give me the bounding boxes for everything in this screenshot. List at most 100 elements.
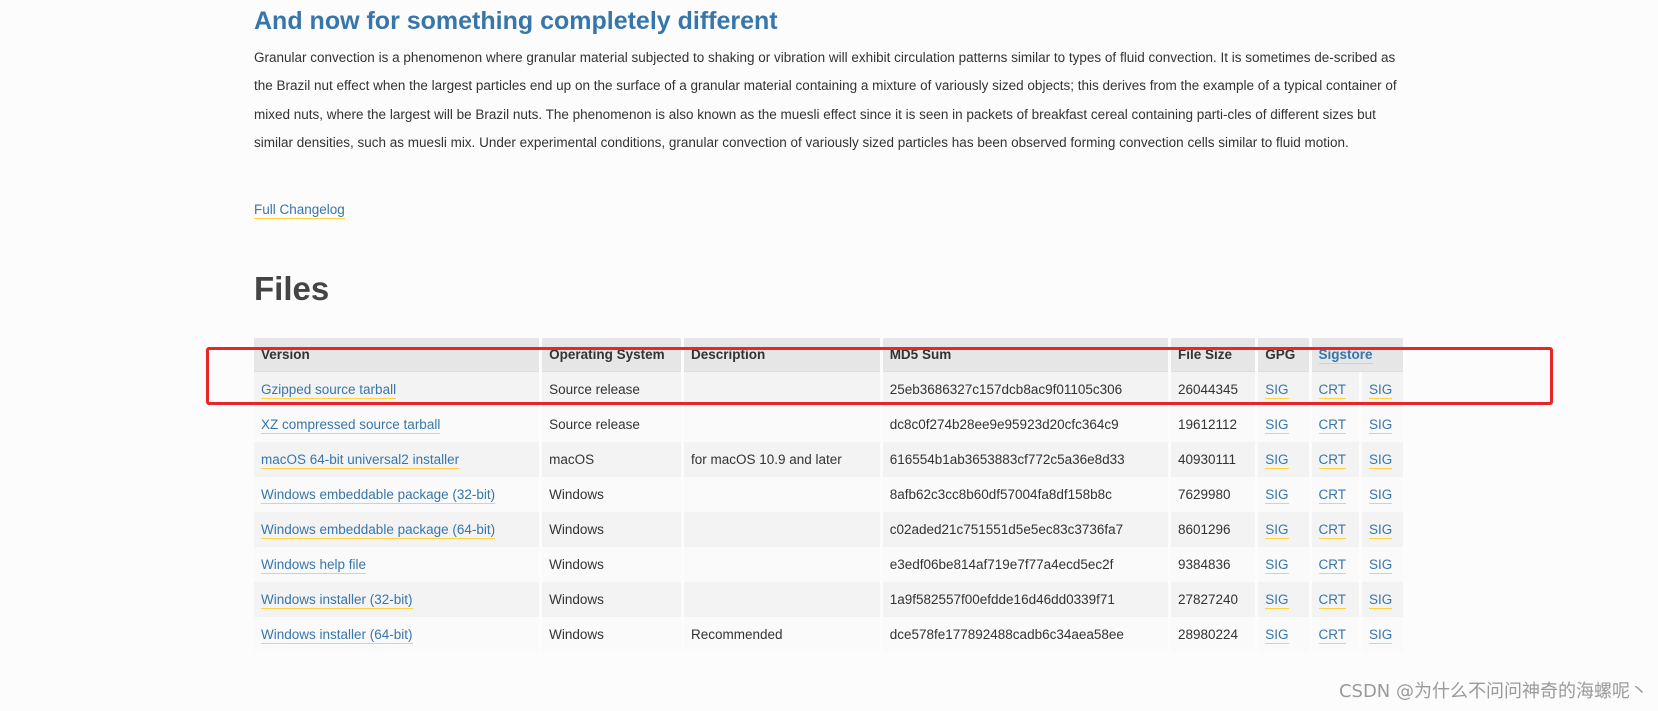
files-title: Files — [254, 270, 330, 307]
header-os: Operating System — [542, 338, 681, 372]
sigstore-crt-link[interactable]: CRT — [1318, 452, 1347, 469]
sigstore-sig-link[interactable]: SIG — [1368, 382, 1393, 399]
file-md5: 616554b1ab3653883cf772c5a36e8d33 — [889, 452, 1125, 467]
cell-crt: CRT — [1311, 617, 1359, 652]
file-size: 28980224 — [1177, 627, 1239, 642]
main-content: And now for something completely differe… — [254, 0, 1406, 652]
file-version-link[interactable]: Windows installer (64-bit) — [261, 627, 413, 644]
cell-description — [683, 477, 880, 512]
sigstore-sig-link[interactable]: SIG — [1368, 522, 1393, 539]
file-version-link[interactable]: Windows installer (32-bit) — [261, 592, 413, 609]
file-description: Recommended — [690, 627, 783, 642]
sigstore-crt-link[interactable]: CRT — [1318, 382, 1347, 399]
sigstore-crt-link[interactable]: CRT — [1318, 557, 1347, 574]
sigstore-sig-link[interactable]: SIG — [1368, 417, 1393, 434]
cell-gpg: SIG — [1258, 477, 1309, 512]
cell-description — [683, 582, 880, 617]
cell-md5: dc8c0f274b28ee9e95923d20cfc364c9 — [882, 407, 1168, 442]
full-changelog-link[interactable]: Full Changelog — [254, 202, 345, 219]
cell-sig: SIG — [1361, 372, 1403, 407]
cell-os: Windows — [542, 617, 681, 652]
file-size: 8601296 — [1177, 522, 1231, 537]
cell-sig: SIG — [1361, 442, 1403, 477]
sigstore-crt-link[interactable]: CRT — [1318, 487, 1347, 504]
sigstore-link[interactable]: Sigstore — [1318, 347, 1373, 364]
cell-sig: SIG — [1361, 582, 1403, 617]
cell-os: macOS — [542, 442, 681, 477]
file-md5: 1a9f582557f00efdde16d46dd0339f71 — [889, 592, 1115, 607]
sigstore-sig-link[interactable]: SIG — [1368, 487, 1393, 504]
file-version-link[interactable]: Windows embeddable package (32-bit) — [261, 487, 496, 504]
file-os: Windows — [549, 557, 604, 572]
gpg-sig-link[interactable]: SIG — [1265, 627, 1289, 644]
sigstore-sig-link[interactable]: SIG — [1368, 627, 1393, 644]
cell-sig: SIG — [1361, 617, 1403, 652]
page: And now for something completely differe… — [0, 0, 1658, 711]
gpg-sig-link[interactable]: SIG — [1265, 452, 1289, 469]
gpg-sig-link[interactable]: SIG — [1265, 592, 1289, 609]
gpg-sig-link[interactable]: SIG — [1265, 522, 1289, 539]
table-row: XZ compressed source tarball Source relea… — [254, 407, 1403, 442]
cell-version: Gzipped source tarball — [254, 372, 540, 407]
header-description: Description — [683, 338, 880, 372]
cell-crt: CRT — [1311, 477, 1359, 512]
cell-gpg: SIG — [1258, 407, 1309, 442]
cell-version: Windows embeddable package (32-bit) — [254, 477, 540, 512]
cell-size: 9384836 — [1170, 547, 1256, 582]
csdn-watermark: CSDN @为什么不问问神奇的海螺呢丶 — [1338, 681, 1648, 702]
header-version: Version — [254, 338, 540, 372]
sigstore-crt-link[interactable]: CRT — [1318, 417, 1347, 434]
table-row: Windows embeddable package (32-bit) Windo… — [254, 477, 1403, 512]
file-os: macOS — [549, 452, 595, 467]
cell-os: Source release — [542, 372, 681, 407]
cell-version: Windows embeddable package (64-bit) — [254, 512, 540, 547]
gpg-sig-link[interactable]: SIG — [1265, 557, 1289, 574]
file-os: Windows — [549, 592, 604, 607]
cell-crt: CRT — [1311, 407, 1359, 442]
table-row: Windows help file Windows e3edf06be814af71… — [254, 547, 1403, 582]
sigstore-crt-link[interactable]: CRT — [1318, 592, 1347, 609]
cell-size: 8601296 — [1170, 512, 1256, 547]
gpg-sig-link[interactable]: SIG — [1265, 382, 1289, 399]
cell-version: Windows installer (32-bit) — [254, 582, 540, 617]
cell-gpg: SIG — [1258, 617, 1309, 652]
gpg-sig-link[interactable]: SIG — [1265, 487, 1289, 504]
header-size: File Size — [1170, 338, 1256, 372]
section-body: Granular convection is a phenomenon wher… — [254, 50, 1397, 151]
file-version-link[interactable]: Gzipped source tarball — [261, 382, 397, 399]
cell-os: Windows — [542, 477, 681, 512]
file-size: 19612112 — [1177, 417, 1238, 432]
header-sigstore: Sigstore — [1311, 338, 1403, 372]
sigstore-crt-link[interactable]: CRT — [1318, 627, 1347, 644]
cell-size: 26044345 — [1170, 372, 1256, 407]
cell-md5: 8afb62c3cc8b60df57004fa8df158b8c — [882, 477, 1168, 512]
cell-md5: e3edf06be814af719e7f77a4ecd5ec2f — [882, 547, 1168, 582]
sigstore-crt-link[interactable]: CRT — [1318, 522, 1347, 539]
cell-os: Windows — [542, 512, 681, 547]
file-version-link[interactable]: Windows help file — [261, 557, 367, 574]
cell-md5: 616554b1ab3653883cf772c5a36e8d33 — [882, 442, 1168, 477]
cell-description: for macOS 10.9 and later — [683, 442, 880, 477]
table-row: Windows installer (64-bit) Windows Recomme… — [254, 617, 1403, 652]
gpg-sig-link[interactable]: SIG — [1265, 417, 1289, 434]
sigstore-sig-link[interactable]: SIG — [1368, 592, 1393, 609]
file-version-link[interactable]: macOS 64-bit universal2 installer — [261, 452, 460, 469]
cell-crt: CRT — [1311, 512, 1359, 547]
cell-md5: 1a9f582557f00efdde16d46dd0339f71 — [882, 582, 1168, 617]
header-gpg: GPG — [1258, 338, 1309, 372]
cell-os: Windows — [542, 582, 681, 617]
file-os: Windows — [549, 522, 604, 537]
cell-size: 40930111 — [1170, 442, 1256, 477]
cell-os: Source release — [542, 407, 681, 442]
cell-version: Windows help file — [254, 547, 540, 582]
file-md5: dce578fe177892488cadb6c34aea58ee — [889, 627, 1124, 642]
file-os: Windows — [549, 487, 604, 502]
sigstore-sig-link[interactable]: SIG — [1368, 452, 1393, 469]
file-version-link[interactable]: XZ compressed source tarball — [261, 417, 441, 434]
sigstore-sig-link[interactable]: SIG — [1368, 557, 1393, 574]
table-row: macOS 64-bit universal2 installer macOS fo… — [254, 442, 1403, 477]
file-size: 26044345 — [1177, 382, 1239, 397]
changelog-container: Full Changelog — [254, 202, 345, 219]
cell-crt: CRT — [1311, 547, 1359, 582]
file-version-link[interactable]: Windows embeddable package (64-bit) — [261, 522, 496, 539]
